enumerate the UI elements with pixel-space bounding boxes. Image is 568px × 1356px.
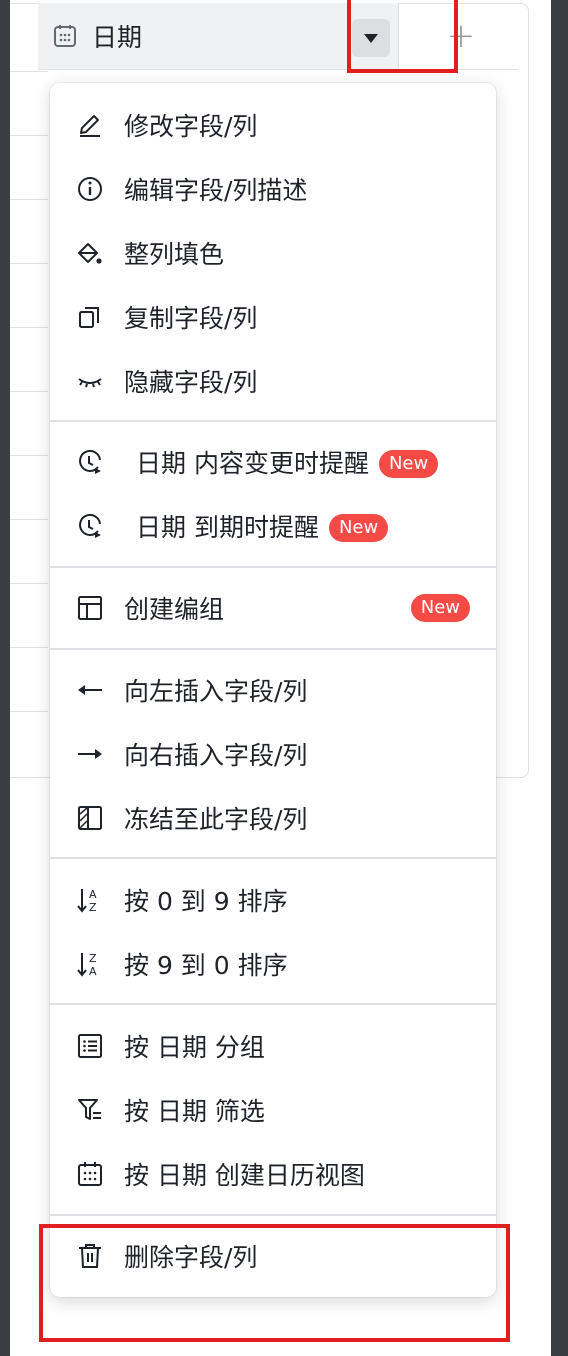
menu-item-insert-right[interactable]: 向右插入字段/列: [50, 722, 496, 786]
list-group-icon: [76, 1032, 104, 1060]
eye-closed-icon: [76, 367, 104, 395]
svg-text:A: A: [89, 965, 97, 978]
menu-label: 按 0 到 9 排序: [124, 887, 288, 916]
menu-item-remind-on-change[interactable]: 日期 内容变更时提醒 New: [50, 430, 496, 494]
sort-ascending-icon: AZ: [76, 886, 104, 914]
menu-item-freeze[interactable]: 冻结至此字段/列: [50, 786, 496, 850]
row-divider: [10, 135, 48, 136]
highlight-box-delete: [39, 1224, 510, 1342]
menu-label: 修改字段/列: [124, 112, 258, 141]
menu-label: 日期 内容变更时提醒 New: [136, 444, 439, 480]
new-badge: New: [378, 450, 439, 478]
menu-divider: [50, 648, 496, 650]
column-title: 日期: [92, 23, 143, 52]
svg-text:Z: Z: [89, 952, 97, 965]
new-badge: New: [328, 514, 389, 542]
row-divider: [10, 455, 48, 456]
row-divider: [10, 519, 48, 520]
menu-item-edit-description[interactable]: 编辑字段/列描述: [50, 157, 496, 221]
clock-alert-icon: [76, 512, 104, 540]
new-badge: New: [410, 594, 470, 622]
menu-label-text: 日期 到期时提醒: [136, 513, 319, 542]
freeze-column-icon: [76, 804, 104, 832]
copy-icon: [76, 303, 104, 331]
layout-icon: [76, 594, 104, 622]
menu-label: 向左插入字段/列: [124, 677, 308, 706]
menu-label: 按 日期 筛选: [124, 1097, 265, 1126]
menu-label: 按 9 到 0 排序: [124, 951, 288, 980]
menu-label: 隐藏字段/列: [124, 368, 258, 397]
menu-label: 按 日期 创建日历视图: [124, 1161, 365, 1190]
row-divider: [10, 711, 48, 712]
clock-alert-icon: [76, 448, 104, 476]
menu-item-calendar-view[interactable]: 按 日期 创建日历视图: [50, 1142, 496, 1206]
row-divider: [10, 583, 48, 584]
menu-label: 编辑字段/列描述: [124, 176, 308, 205]
column-context-menu: 修改字段/列 编辑字段/列描述 整列填色 复制字段/列 隐藏字段/列 日期 内容…: [50, 83, 496, 1297]
row-divider: [10, 199, 48, 200]
menu-divider: [50, 566, 496, 568]
arrow-left-icon: [76, 676, 104, 704]
highlight-box-dropdown: [347, 0, 458, 73]
sort-descending-icon: ZA: [76, 950, 104, 978]
menu-label: 冻结至此字段/列: [124, 805, 308, 834]
filter-icon: [76, 1096, 104, 1124]
menu-label: 整列填色: [124, 240, 225, 269]
menu-label-text: 日期 内容变更时提醒: [136, 449, 369, 478]
menu-item-fill-color[interactable]: 整列填色: [50, 221, 496, 285]
menu-label: 向右插入字段/列: [124, 741, 308, 770]
svg-text:Z: Z: [89, 901, 97, 914]
menu-item-sort-descending[interactable]: ZA 按 9 到 0 排序: [50, 932, 496, 996]
menu-item-sort-ascending[interactable]: AZ 按 0 到 9 排序: [50, 868, 496, 932]
menu-item-create-group[interactable]: 创建编组 New: [50, 576, 496, 640]
menu-divider: [50, 1003, 496, 1005]
svg-text:A: A: [89, 888, 97, 901]
menu-item-insert-left[interactable]: 向左插入字段/列: [50, 658, 496, 722]
calendar-icon: [76, 1160, 104, 1188]
menu-divider: [50, 1214, 496, 1216]
row-divider: [10, 327, 48, 328]
calendar-icon: [52, 23, 78, 49]
row-divider: [10, 263, 48, 264]
menu-label: 按 日期 分组: [124, 1033, 265, 1062]
pencil-icon: [76, 111, 104, 139]
column-header-date[interactable]: 日期: [38, 3, 399, 70]
arrow-right-icon: [76, 740, 104, 768]
menu-label: 复制字段/列: [124, 304, 258, 333]
menu-item-filter-by[interactable]: 按 日期 筛选: [50, 1078, 496, 1142]
menu-divider: [50, 420, 496, 422]
menu-item-edit-field[interactable]: 修改字段/列: [50, 93, 496, 157]
paint-bucket-icon: [76, 239, 104, 267]
info-icon: [76, 175, 104, 203]
menu-item-copy-field[interactable]: 复制字段/列: [50, 285, 496, 349]
row-divider: [10, 647, 48, 648]
menu-label: 日期 到期时提醒 New: [136, 508, 389, 544]
menu-item-hide-field[interactable]: 隐藏字段/列: [50, 349, 496, 413]
menu-item-remind-on-due[interactable]: 日期 到期时提醒 New: [50, 494, 496, 558]
menu-label: 创建编组: [124, 595, 225, 624]
row-divider: [10, 71, 48, 72]
menu-divider: [50, 857, 496, 859]
menu-item-group-by[interactable]: 按 日期 分组: [50, 1014, 496, 1078]
row-divider: [10, 391, 48, 392]
